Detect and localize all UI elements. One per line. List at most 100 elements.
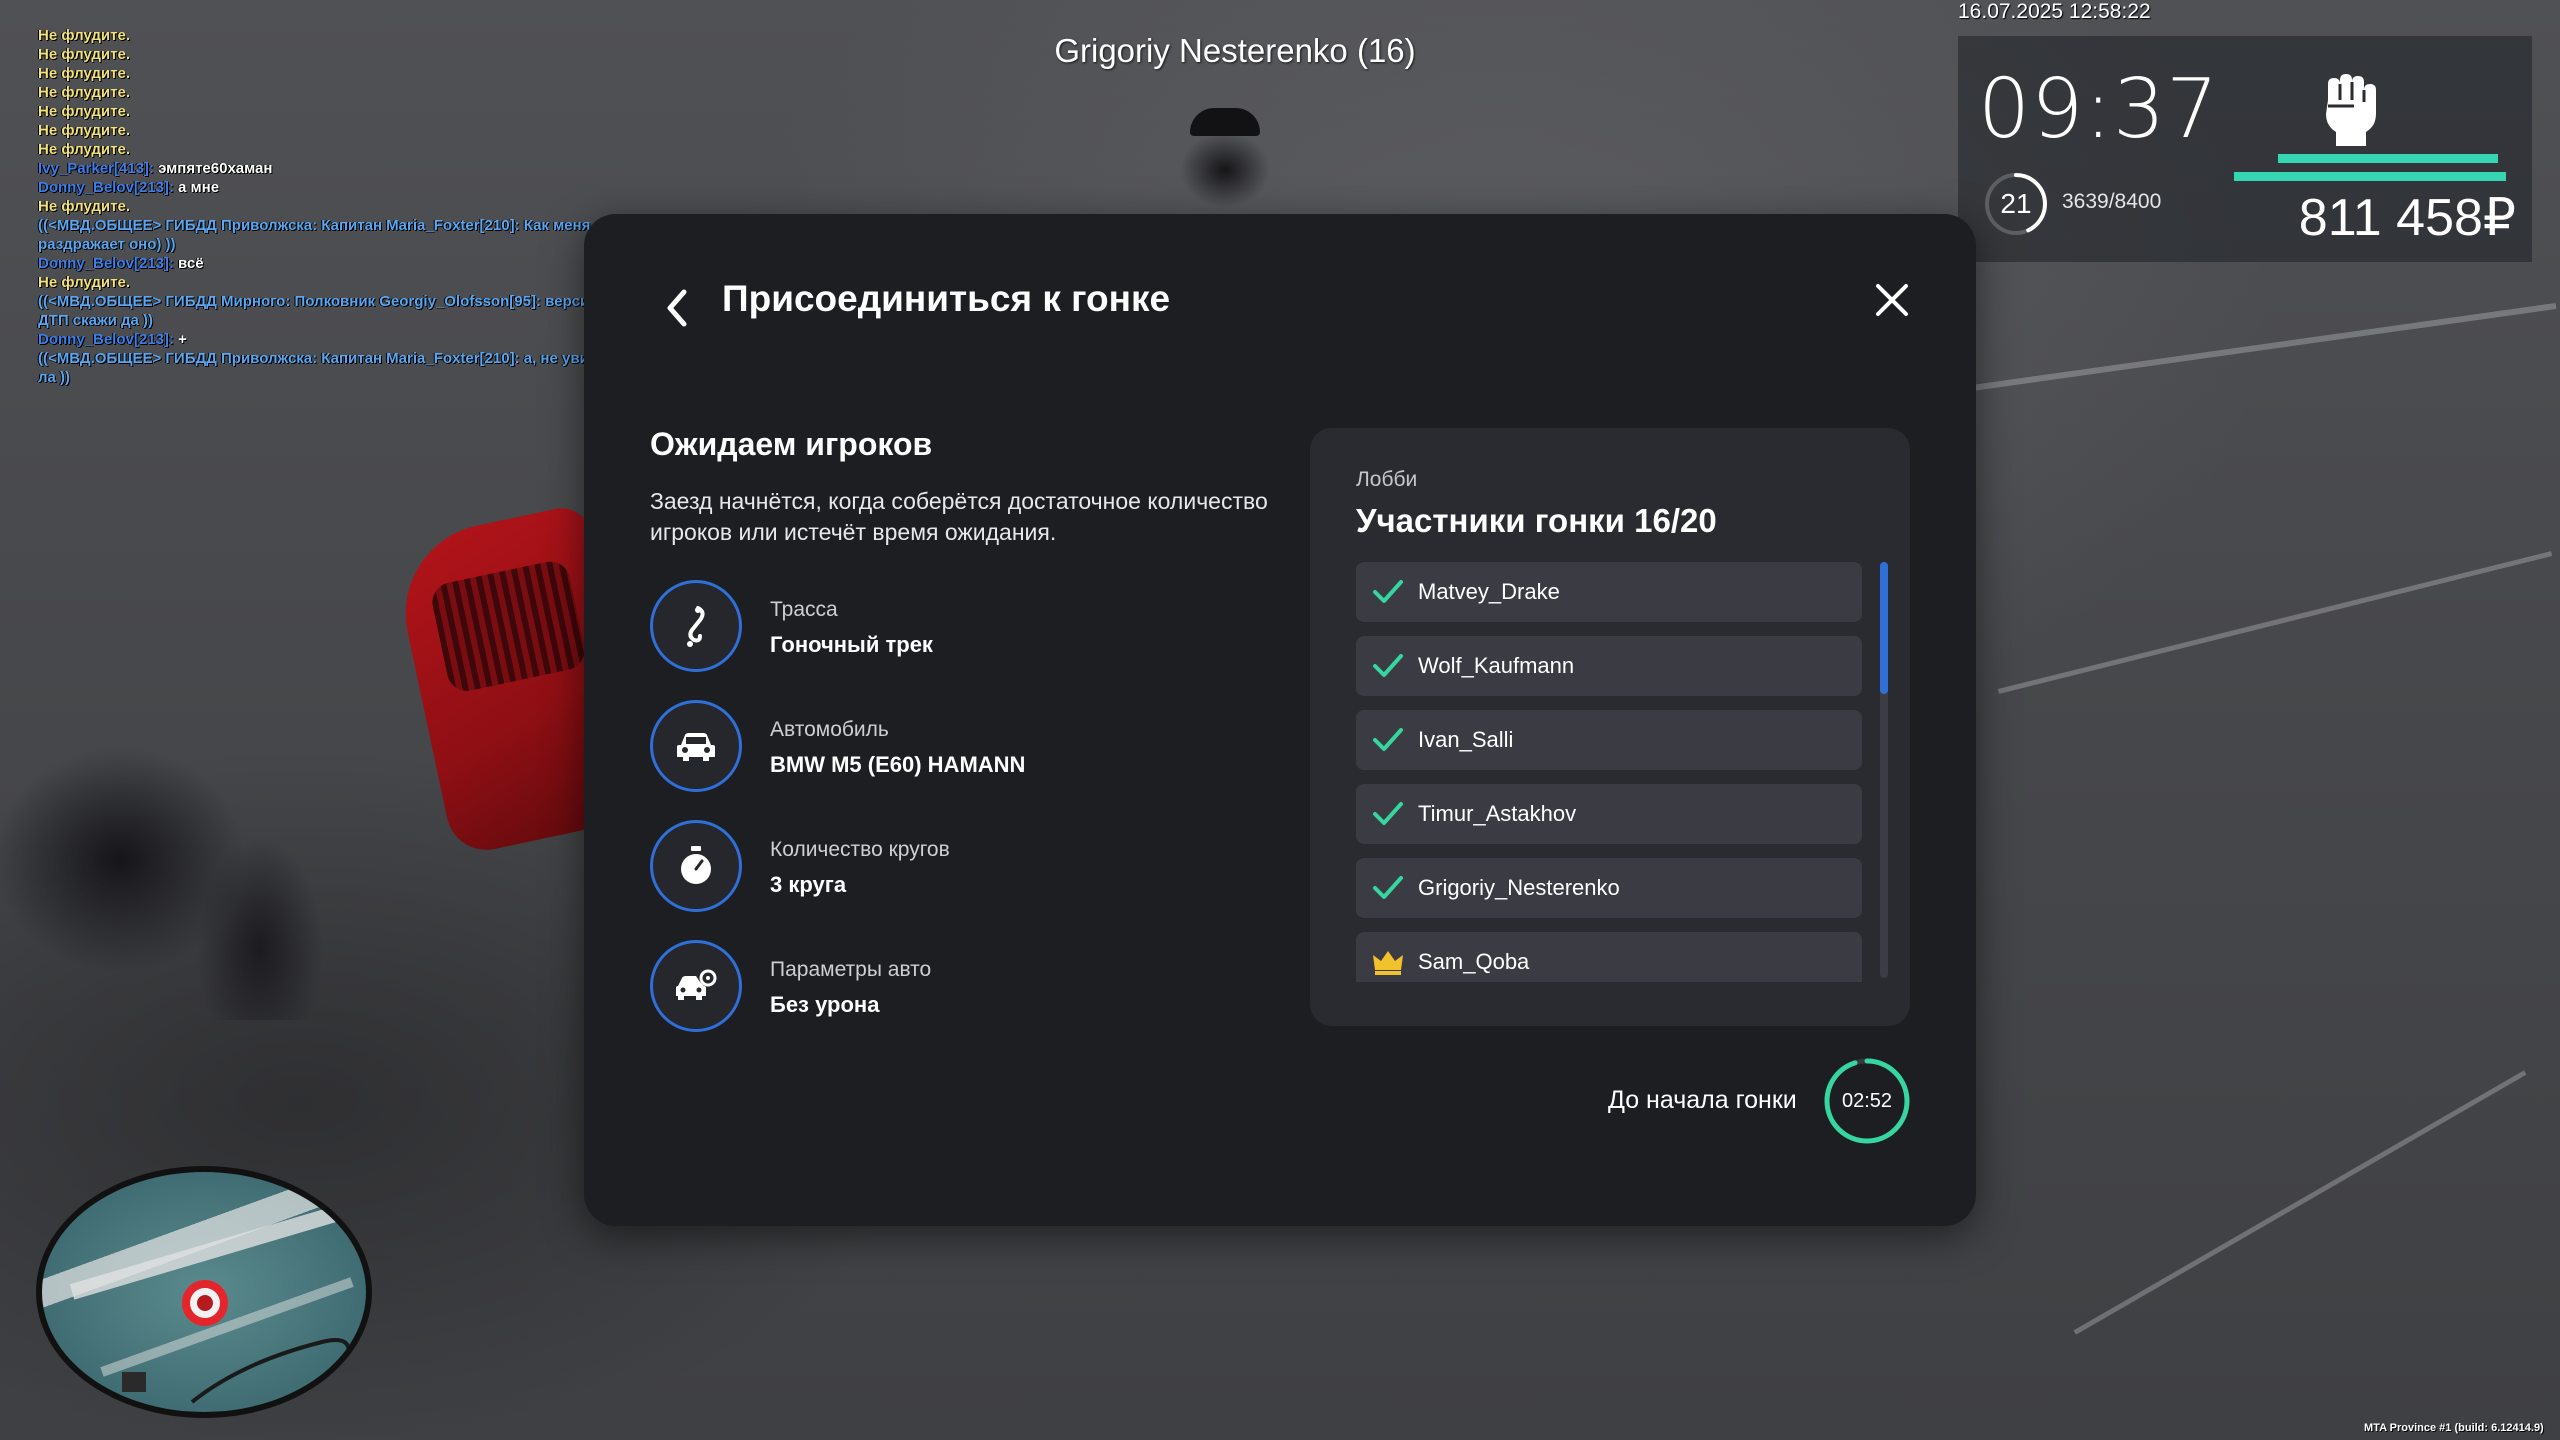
info-label: Параметры авто xyxy=(770,958,932,981)
stopwatch-icon xyxy=(650,820,742,912)
chat-line: ла )) xyxy=(38,368,678,387)
chat-message: Не флудите. xyxy=(38,103,130,120)
road-marking xyxy=(2073,1070,2527,1335)
chat-message: Не флудите. xyxy=(38,65,130,82)
back-button[interactable] xyxy=(656,280,696,336)
chat-message: всё xyxy=(173,255,204,272)
chat-line: Не флудите. xyxy=(38,197,678,216)
info-car-params: Параметры авто Без урона xyxy=(650,940,1270,1034)
minimap xyxy=(36,1166,372,1418)
info-label: Количество кругов xyxy=(770,838,950,861)
player-row[interactable]: Matvey_Drake xyxy=(1356,562,1862,622)
chat-line: ДТП скажи да )) xyxy=(38,311,678,330)
chat-message: Не флудите. xyxy=(38,84,130,101)
chat-line: Не флудите. xyxy=(38,121,678,140)
info-value: Без урона xyxy=(770,992,880,1017)
lobby-title: Участники гонки 16/20 xyxy=(1356,502,1717,539)
chat-message: + xyxy=(173,331,187,348)
player-name: Sam_Qoba xyxy=(1418,949,1530,974)
chat-message: Не флудите. xyxy=(38,274,130,291)
chat-line: Donny_Belov[213]: а мне xyxy=(38,178,678,197)
chat-line: Donny_Belov[213]: + xyxy=(38,330,678,349)
player-row[interactable]: Sam_Qoba xyxy=(1356,932,1862,982)
police-cap xyxy=(1190,108,1260,136)
scrollbar-thumb[interactable] xyxy=(1880,562,1888,694)
info-value: 3 круга xyxy=(770,872,847,897)
chat-line: Не флудите. xyxy=(38,273,678,292)
chat-line: ((<МВД.ОБЩЕЕ> ГИБДД Приволжска: Капитан … xyxy=(38,349,678,368)
hud-game-time: 09:37 xyxy=(1978,62,2220,157)
chat-message: Не флудите. xyxy=(38,27,130,44)
countdown-value: 02:52 xyxy=(1841,1090,1893,1112)
player-name: Timur_Astakhov xyxy=(1418,801,1577,826)
hud-level: 21 xyxy=(2000,188,2032,219)
info-laps: Количество кругов 3 круга xyxy=(650,820,1270,914)
check-icon xyxy=(1373,728,1403,751)
check-icon xyxy=(1373,580,1403,603)
crown-icon xyxy=(1373,951,1403,975)
chat-log: Не флудите. Не флудите. Не флудите. Не флуд… xyxy=(38,26,678,387)
armor-bar xyxy=(2234,172,2506,181)
chat-line: Не флудите. xyxy=(38,102,678,121)
chat-message: ((<МВД.ОБЩЕЕ> ГИБДД Приволжска: Капитан … xyxy=(38,350,607,367)
chat-line: Не флудите. xyxy=(38,45,678,64)
player-row[interactable]: Wolf_Kaufmann xyxy=(1356,636,1862,696)
chat-nick: Donny_Belov[213]: xyxy=(38,255,174,272)
chat-message: раздражает оно) )) xyxy=(38,236,176,253)
close-button[interactable] xyxy=(1864,272,1920,328)
road-marking xyxy=(1997,551,2553,694)
check-icon xyxy=(1373,654,1403,677)
player-row[interactable]: Grigoriy_Nesterenko xyxy=(1356,858,1862,918)
chat-line: Не флудите. xyxy=(38,26,678,45)
waiting-title: Ожидаем игроков xyxy=(650,426,933,462)
build-info: MTA Province #1 (build: 6.12414.9) xyxy=(2364,1422,2544,1434)
fist-icon xyxy=(2326,74,2376,146)
player-name: Ivan_Salli xyxy=(1418,727,1514,752)
check-icon xyxy=(1373,802,1403,825)
chat-line: Не флудите. xyxy=(38,140,678,159)
info-value: BMW M5 (E60) HAMANN xyxy=(770,752,1026,777)
player-list[interactable]: Matvey_Drake Wolf_Kaufmann Ivan_Salli Timur… xyxy=(1356,562,1864,982)
chat-message: ((<МВД.ОБЩЕЕ> ГИБДД Мирного: Полковник G… xyxy=(38,293,603,310)
info-track: Трасса Гоночный трек xyxy=(650,580,1270,674)
chat-message: Не флудите. xyxy=(38,46,130,63)
track-icon xyxy=(650,580,742,672)
chat-line: Donny_Belov[213]: всё xyxy=(38,254,678,273)
info-label: Трасса xyxy=(770,598,838,621)
player-name: Wolf_Kaufmann xyxy=(1418,653,1575,678)
chat-message: ла )) xyxy=(38,369,71,386)
countdown-label: До начала гонки xyxy=(1608,1086,1797,1114)
player-marker-icon xyxy=(182,1280,228,1326)
chat-message: Не флудите. xyxy=(38,141,130,158)
police-officer xyxy=(0,720,330,1020)
hud-panel: 09:37 21 3639/8400 811 458₽ xyxy=(1958,36,2532,262)
chat-message: эмпяте60хаман xyxy=(153,160,273,177)
health-bar xyxy=(2278,154,2498,163)
player-nametag: Grigoriy Nesterenko (16) xyxy=(1054,32,1416,69)
chat-nick: Ivy_Parker[413]: xyxy=(38,160,154,177)
chat-line: ((<МВД.ОБЩЕЕ> ГИБДД Мирного: Полковник G… xyxy=(38,292,678,311)
hud-xp: 3639/8400 xyxy=(2062,190,2162,213)
lobby-caption: Лобби xyxy=(1356,468,1418,491)
chat-line: Не флудите. xyxy=(38,83,678,102)
player-row[interactable]: Timur_Astakhov xyxy=(1356,784,1862,844)
lobby-panel: Лобби Участники гонки 16/20 Matvey_Drake… xyxy=(1310,428,1910,1026)
chat-message: ДТП скажи да )) xyxy=(38,312,154,329)
chat-line: Не флудите. xyxy=(38,64,678,83)
player-name: Matvey_Drake xyxy=(1418,579,1560,604)
hud-money: 811 458₽ xyxy=(2298,189,2516,247)
chat-message: ((<МВД.ОБЩЕЕ> ГИБДД Приволжска: Капитан … xyxy=(38,217,591,234)
chat-nick: Donny_Belov[213]: xyxy=(38,331,174,348)
chat-line: ((<МВД.ОБЩЕЕ> ГИБДД Приволжска: Капитан … xyxy=(38,216,678,235)
chat-line: Ivy_Parker[413]: эмпяте60хаман xyxy=(38,159,678,178)
player-row[interactable]: Ivan_Salli xyxy=(1356,710,1862,770)
info-car: Автомобиль BMW M5 (E60) HAMANN xyxy=(650,700,1270,794)
modal-title: Присоединиться к гонке xyxy=(722,278,1171,319)
player-name: Grigoriy_Nesterenko xyxy=(1418,875,1620,900)
info-label: Автомобиль xyxy=(770,718,889,741)
waiting-description: Заезд начнётся, когда соберётся достаточ… xyxy=(650,488,1268,545)
race-join-modal: Присоединиться к гонке Ожидаем игроков З… xyxy=(584,214,1976,1226)
player-list-scrollbar[interactable] xyxy=(1880,562,1888,978)
chat-message: Не флудите. xyxy=(38,122,130,139)
check-icon xyxy=(1373,876,1403,899)
